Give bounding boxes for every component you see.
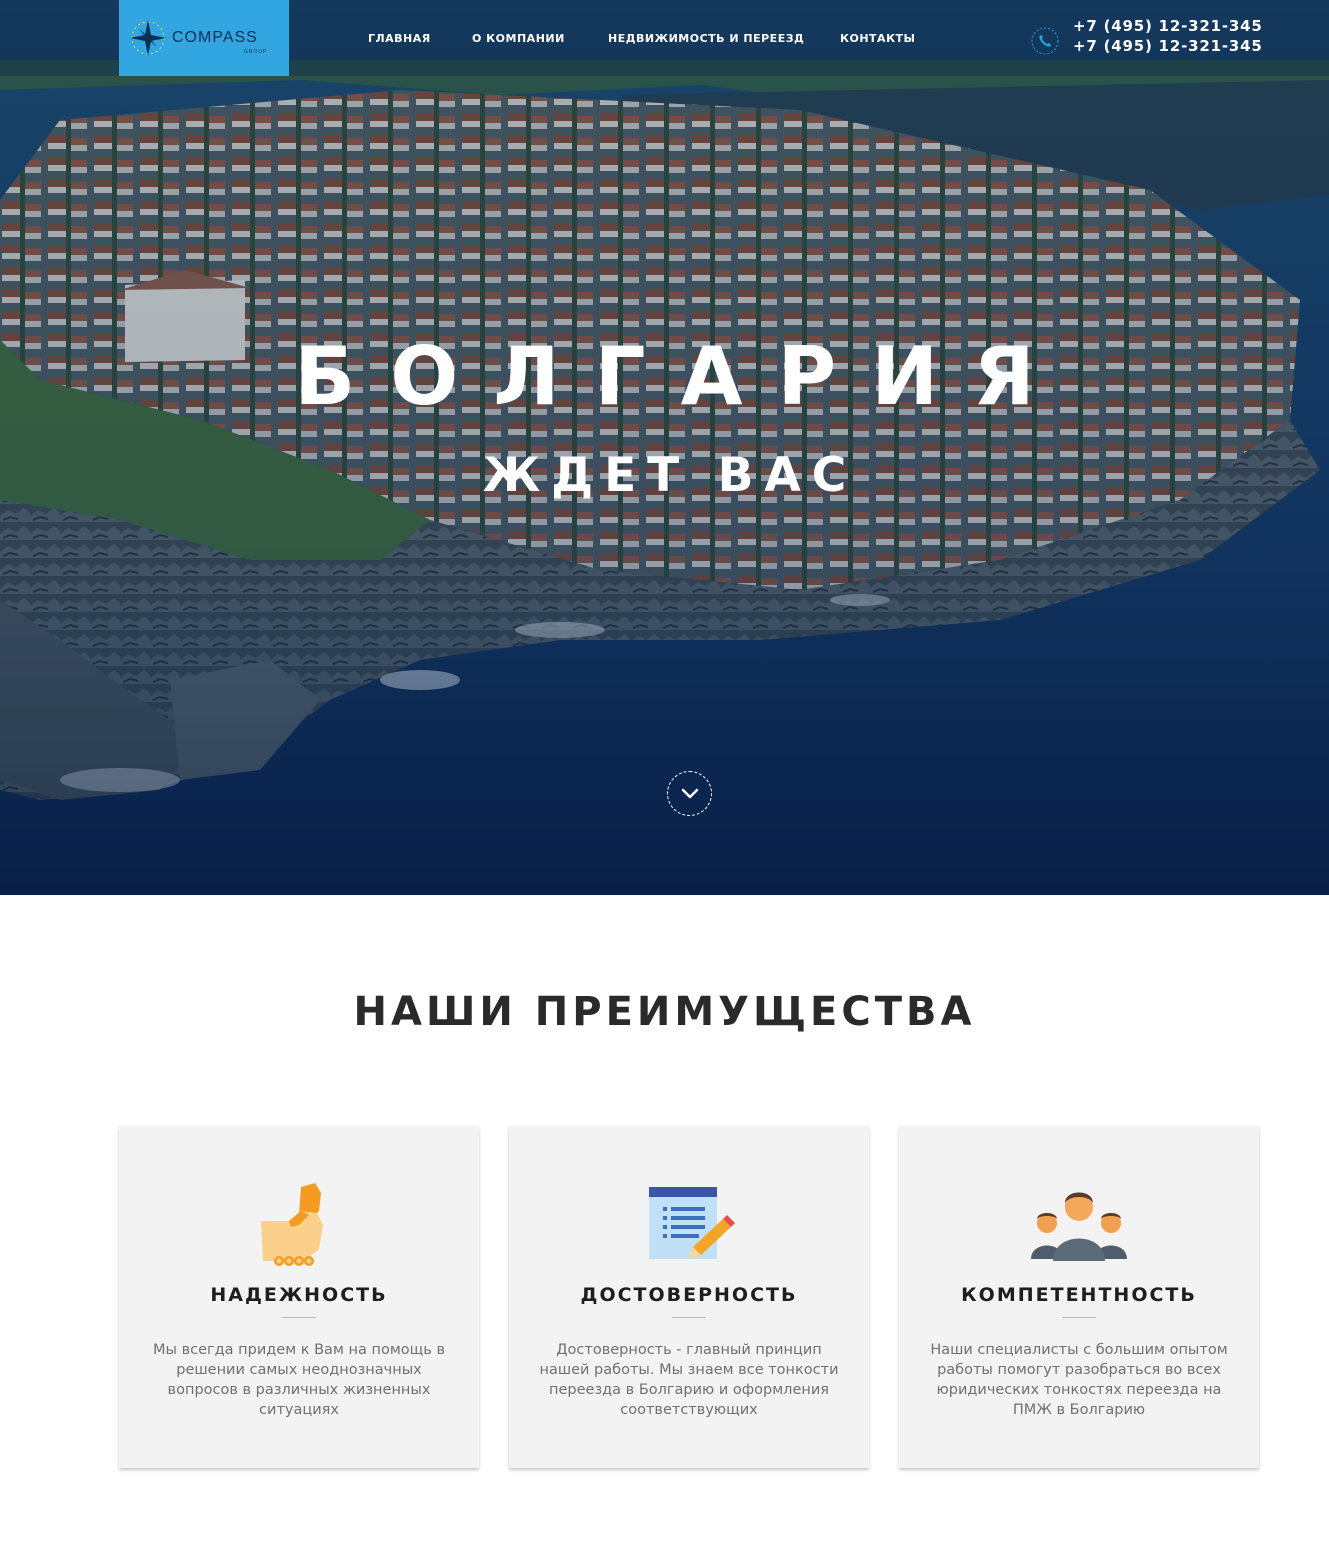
- advantage-card-accuracy: ДОСТОВЕРНОСТЬ Достоверность - главный пр…: [509, 1126, 869, 1468]
- card-divider: [1062, 1317, 1096, 1318]
- phone-icon: [1031, 27, 1059, 55]
- hero-section: COMPASS GROUP ГЛАВНАЯ О КОМПАНИИ НЕДВИЖИ…: [0, 0, 1329, 895]
- card-text: Наши специалисты с большим опытом работы…: [930, 1342, 1228, 1418]
- advantage-card-reliability: НАДЕЖНОСТЬ Мы всегда придем к Вам на пом…: [119, 1126, 479, 1468]
- team-icon: [1031, 1192, 1127, 1261]
- handshake-icon: [261, 1183, 323, 1266]
- compass-logo[interactable]: COMPASS GROUP: [119, 0, 289, 76]
- nav-item-home[interactable]: ГЛАВНАЯ: [368, 32, 431, 45]
- nav-item-realty[interactable]: НЕДВИЖИМОСТЬ И ПЕРЕЕЗД: [608, 32, 804, 45]
- logo-subtext: GROUP: [244, 49, 268, 55]
- hero-title: БОЛГАРИЯ: [294, 330, 1070, 423]
- advantage-card-competence: КОМПЕТЕНТНОСТЬ Наши специалисты с больши…: [899, 1126, 1259, 1468]
- compass-rose-icon: [130, 20, 166, 56]
- card-title: НАДЕЖНОСТЬ: [210, 1284, 388, 1306]
- card-text: Мы всегда придем к Вам на помощь в решен…: [153, 1342, 445, 1418]
- advantages-title: НАШИ ПРЕИМУЩЕСТВА: [353, 989, 976, 1035]
- logo-text: COMPASS: [172, 29, 258, 46]
- card-divider: [672, 1317, 706, 1318]
- card-title: ДОСТОВЕРНОСТЬ: [580, 1284, 798, 1306]
- scroll-down-button[interactable]: [667, 771, 712, 816]
- card-text: Достоверность - главный принцип нашей ра…: [539, 1342, 839, 1418]
- card-title: КОМПЕТЕНТНОСТЬ: [961, 1284, 1197, 1306]
- hero-subtitle: ЖДЕТ ВАС: [482, 448, 858, 503]
- phone-number-1[interactable]: +7 (495) 12-321-345: [1073, 17, 1263, 35]
- card-divider: [282, 1317, 316, 1318]
- nav-item-about[interactable]: О КОМПАНИИ: [472, 32, 565, 45]
- notepad-pencil-icon: [649, 1187, 735, 1259]
- phone-number-2[interactable]: +7 (495) 12-321-345: [1073, 37, 1263, 55]
- nav-item-contacts[interactable]: КОНТАКТЫ: [840, 32, 915, 45]
- chevron-down-icon: [681, 788, 699, 799]
